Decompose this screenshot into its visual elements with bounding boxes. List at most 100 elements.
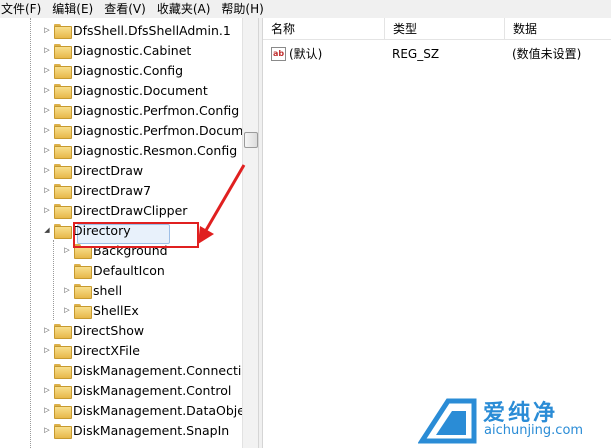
column-header-type[interactable]: 类型 [385, 18, 505, 40]
tree-item-label: ShellEx [93, 302, 139, 318]
folder-icon [54, 63, 72, 79]
menu-favorites[interactable]: 收藏夹(A) [156, 0, 215, 18]
tree-item-label: DefaultIcon [93, 262, 165, 278]
tree-item[interactable]: ▷ DirectShow [42, 320, 144, 340]
collapse-arrow-icon[interactable]: ◢ [42, 220, 52, 240]
tree-item[interactable]: ▷ shell [62, 280, 122, 300]
expand-arrow-icon[interactable]: ▷ [62, 300, 72, 320]
tree-item[interactable]: ▷ DiskManagement.DataObjec [42, 400, 252, 420]
tree-item[interactable]: ▷ Diagnostic.Perfmon.Docume [42, 120, 251, 140]
tree-item[interactable]: DefaultIcon [62, 260, 165, 280]
tree-scrollbar[interactable] [242, 18, 258, 448]
tree-item-label: shell [93, 282, 123, 298]
tree-item[interactable]: ▷ DfsShell.DfsShellAdmin.1 [42, 20, 231, 40]
tree-item-label: Diagnostic.Resmon.Config [73, 142, 238, 158]
tree-item[interactable]: ▷ DirectDraw7 [42, 180, 151, 200]
menu-bar: 文件(F) 编辑(E) 查看(V) 收藏夹(A) 帮助(H) [0, 0, 611, 18]
folder-icon [54, 23, 72, 39]
folder-icon [74, 283, 92, 299]
logo-url: aichunjing.com [484, 423, 584, 438]
folder-icon [54, 403, 72, 419]
annotation-highlight-box [73, 222, 199, 248]
values-list[interactable]: 名称 类型 数据 ab (默认) REG_SZ (数值未设置) [263, 18, 611, 448]
expand-arrow-icon[interactable]: ▷ [42, 340, 52, 360]
folder-icon [54, 203, 72, 219]
column-header-data[interactable]: 数据 [505, 18, 611, 40]
tree-item[interactable]: ▷ Diagnostic.Perfmon.Config [42, 100, 239, 120]
string-value-icon: ab [271, 47, 286, 61]
column-header-name[interactable]: 名称 [263, 18, 385, 40]
folder-icon [54, 163, 72, 179]
expand-arrow-icon[interactable]: ▷ [42, 420, 52, 440]
folder-icon [54, 143, 72, 159]
folder-icon [54, 123, 72, 139]
expand-arrow-icon [42, 360, 52, 380]
folder-icon [54, 183, 72, 199]
tree-item-label: DirectDrawClipper [73, 202, 188, 218]
tree-item[interactable]: ▷ DiskManagement.SnapIn [42, 420, 229, 440]
tree-item-label: DfsShell.DfsShellAdmin.1 [73, 22, 231, 38]
folder-icon [54, 83, 72, 99]
tree-item-label: Diagnostic.Cabinet [73, 42, 192, 58]
expand-arrow-icon[interactable]: ▷ [42, 160, 52, 180]
expand-arrow-icon[interactable]: ▷ [42, 320, 52, 340]
tree-item-label: DiskManagement.Control [73, 382, 232, 398]
tree-item-label: Diagnostic.Perfmon.Docume [73, 122, 251, 138]
folder-icon [54, 223, 72, 239]
expand-arrow-icon[interactable]: ▷ [62, 240, 72, 260]
tree-item[interactable]: DiskManagement.Connectio [42, 360, 249, 380]
tree-item-label: DirectDraw7 [73, 182, 152, 198]
expand-arrow-icon[interactable]: ▷ [62, 280, 72, 300]
tree-guide-line [53, 240, 54, 320]
tree-item[interactable]: ▷ Diagnostic.Document [42, 80, 208, 100]
expand-arrow-icon[interactable]: ▷ [42, 120, 52, 140]
watermark-logo: 爱纯净 aichunjing.com [417, 395, 608, 445]
tree-item-label: DirectXFile [73, 342, 140, 358]
tree-item-label: DiskManagement.DataObjec [73, 402, 252, 418]
expand-arrow-icon[interactable]: ▷ [42, 20, 52, 40]
folder-icon [54, 103, 72, 119]
menu-view[interactable]: 查看(V) [103, 0, 150, 18]
menu-help[interactable]: 帮助(H) [220, 0, 267, 18]
tree-item[interactable]: ▷ DirectDrawClipper [42, 200, 187, 220]
tree-item-label: Diagnostic.Config [73, 62, 184, 78]
tree-item-label: Diagnostic.Perfmon.Config [73, 102, 240, 118]
tree-item-label: DiskManagement.Connectio [73, 362, 249, 378]
tree-item[interactable]: ▷ Diagnostic.Cabinet [42, 40, 191, 60]
expand-arrow-icon[interactable]: ▷ [42, 200, 52, 220]
expand-arrow-icon[interactable]: ▷ [42, 380, 52, 400]
expand-arrow-icon[interactable]: ▷ [42, 80, 52, 100]
folder-icon [74, 263, 92, 279]
scrollbar-thumb[interactable] [244, 132, 258, 148]
tree-item[interactable]: ▷ Diagnostic.Config [42, 60, 183, 80]
menu-file[interactable]: 文件(F) [0, 0, 45, 18]
expand-arrow-icon[interactable]: ▷ [42, 100, 52, 120]
expand-arrow-icon[interactable]: ▷ [42, 40, 52, 60]
folder-icon [54, 363, 72, 379]
logo-icon [417, 398, 477, 444]
tree-item-label: Diagnostic.Document [73, 82, 208, 98]
folder-icon [54, 383, 72, 399]
folder-icon [54, 343, 72, 359]
expand-arrow-icon[interactable]: ▷ [42, 180, 52, 200]
expand-arrow-icon[interactable]: ▷ [42, 400, 52, 420]
tree-item[interactable]: ▷ DiskManagement.Control [42, 380, 231, 400]
folder-icon [54, 423, 72, 439]
tree-item-label: DirectShow [73, 322, 145, 338]
expand-arrow-icon[interactable]: ▷ [42, 140, 52, 160]
tree-item-label: DirectDraw [73, 162, 144, 178]
tree-item[interactable]: ▷ DirectXFile [42, 340, 140, 360]
folder-icon [74, 303, 92, 319]
value-data[interactable]: (数值未设置) [512, 44, 581, 64]
menu-edit[interactable]: 编辑(E) [51, 0, 97, 18]
tree-item[interactable]: ▷ Diagnostic.Resmon.Config [42, 140, 237, 160]
expand-arrow-icon [62, 260, 72, 280]
tree-item[interactable]: ▷ DirectDraw [42, 160, 143, 180]
tree-item[interactable]: ▷ ShellEx [62, 300, 139, 320]
tree-guide-line [30, 18, 31, 448]
tree-item-label: DiskManagement.SnapIn [73, 422, 230, 438]
folder-icon [54, 323, 72, 339]
value-name[interactable]: (默认) [289, 44, 322, 64]
value-type[interactable]: REG_SZ [392, 44, 439, 64]
expand-arrow-icon[interactable]: ▷ [42, 60, 52, 80]
